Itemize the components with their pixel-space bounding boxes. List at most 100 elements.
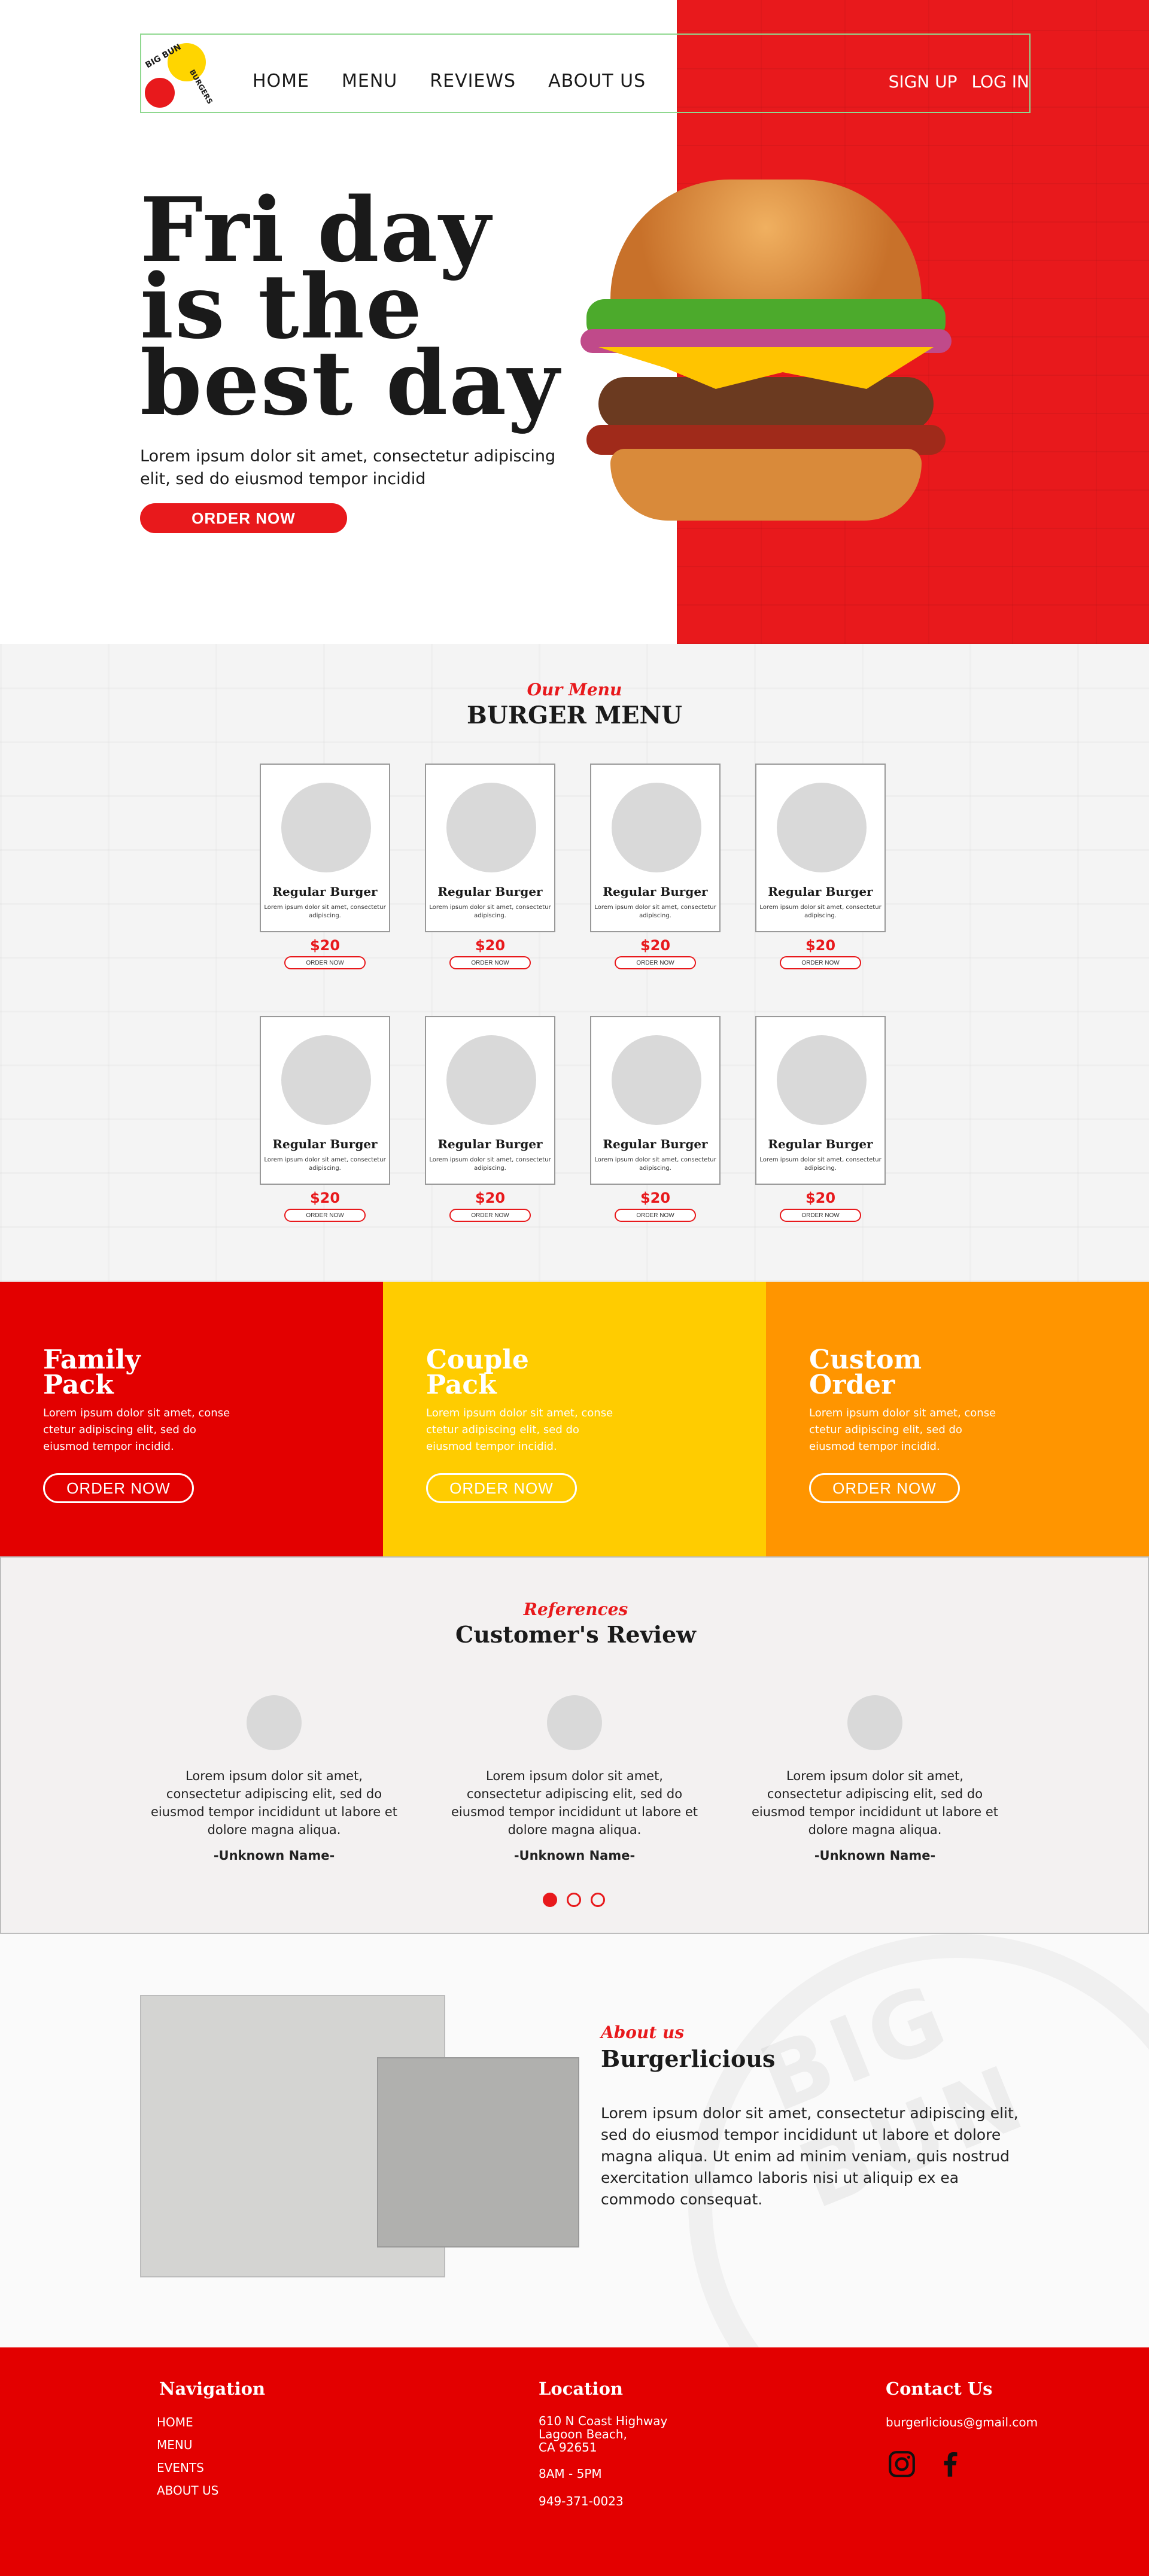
reviews-title: Customer's Review [455,1621,696,1648]
menu-item-description: Lorem ipsum dolor sit amet, consectetur … [264,904,386,919]
nav-link-menu[interactable]: MENU [342,71,397,92]
pack-title: Family Pack [43,1345,141,1400]
menu-card[interactable]: Regular Burger Lorem ipsum dolor sit amet… [590,764,721,932]
menu-card[interactable]: Regular Burger Lorem ipsum dolor sit amet… [425,764,555,932]
nav-link-about[interactable]: ABOUT US [548,71,646,92]
pack-description: Lorem ipsum dolor sit amet, conse ctetur… [809,1407,996,1453]
pack-title: Couple Pack [426,1345,529,1400]
menu-item-image [281,1035,371,1125]
carousel-dot-2[interactable] [567,1893,581,1907]
couple-pack-order-button[interactable]: ORDER NOW [426,1473,577,1503]
hero-title-line-3: best day [140,331,561,435]
menu-card[interactable]: Regular Burger Lorem ipsum dolor sit amet… [755,764,886,932]
phone-number[interactable]: 949-371-0023 [539,2495,667,2508]
carousel-dots [543,1893,605,1907]
menu-item-order-button[interactable]: ORDER NOW [615,1209,696,1222]
menu-item-name: Regular Burger [437,884,543,899]
menu-item-image [777,1035,867,1125]
menu-card[interactable]: Regular Burger Lorem ipsum dolor sit amet… [260,1016,390,1185]
reviewer-name: -Unknown Name- [814,1848,936,1863]
nav-link-home[interactable]: HOME [253,71,309,92]
top-navbar: BIG BUN BURGERS HOME MENU REVIEWS ABOUT … [140,34,1031,113]
packs-section: Family Pack Lorem ipsum dolor sit amet, c… [0,1282,1149,1556]
menu-item-order-button[interactable]: ORDER NOW [449,956,531,969]
menu-section: Our Menu BURGER MENU Regular Burger Lorem… [0,644,1149,1282]
address-line-3: CA 92651 [539,2440,597,2455]
menu-item-price: $20 [805,937,836,954]
review-card: Lorem ipsum dolor sit amet, consectetur … [449,1695,700,1863]
menu-item-name: Regular Burger [272,884,378,899]
footer-email[interactable]: burgerlicious@gmail.com [886,2411,1038,2434]
logo-red-dot [145,78,175,108]
carousel-dot-1[interactable] [543,1893,557,1907]
pack-title: Custom Order [809,1345,922,1400]
footer-location-title: Location [539,2379,624,2399]
menu-item-image [612,783,701,872]
menu-kicker: Our Menu [527,680,622,699]
family-pack-order-button[interactable]: ORDER NOW [43,1473,194,1503]
menu-item-price: $20 [475,1190,506,1206]
menu-item-name: Regular Burger [768,1137,873,1151]
hero-section: BIG BUN BURGERS HOME MENU REVIEWS ABOUT … [0,0,1149,644]
menu-card[interactable]: Regular Burger Lorem ipsum dolor sit amet… [590,1016,721,1185]
review-text: Lorem ipsum dolor sit amet, consectetur … [752,1769,998,1837]
hero-title: Fri day is the best day [140,185,571,427]
login-link[interactable]: LOG IN [972,72,1029,92]
about-text: Lorem ipsum dolor sit amet, consectetur … [601,2104,1019,2208]
reviews-kicker: References [523,1599,628,1619]
custom-order-button[interactable]: ORDER NOW [809,1473,960,1503]
menu-item-price: $20 [309,937,341,954]
address-line-2: Lagoon Beach, [539,2427,627,2441]
menu-item-order-button[interactable]: ORDER NOW [449,1209,531,1222]
address-line-1: 610 N Coast Highway [539,2414,668,2428]
opening-hours: 8AM - 5PM [539,2466,602,2481]
couple-pack-panel: Couple Pack Lorem ipsum dolor sit amet, c… [383,1282,766,1556]
footer-link-menu[interactable]: MENU [157,2434,218,2456]
footer-link-about[interactable]: ABOUT US [157,2479,218,2502]
hero-order-now-button[interactable]: ORDER NOW [140,503,347,533]
footer-link-events[interactable]: EVENTS [157,2456,218,2479]
menu-item-order-button[interactable]: ORDER NOW [284,1209,366,1222]
nav-link-reviews[interactable]: REVIEWS [430,71,516,92]
menu-item-price: $20 [805,1190,836,1206]
review-card: Lorem ipsum dolor sit amet, consectetur … [148,1695,400,1863]
menu-item-description: Lorem ipsum dolor sit amet, consectetur … [759,1157,881,1172]
signup-link[interactable]: SIGN UP [889,72,957,92]
footer-link-home[interactable]: HOME [157,2411,218,2434]
menu-item-order-button[interactable]: ORDER NOW [780,956,861,969]
site-footer: Navigation HOME MENU EVENTS ABOUT US Loc… [0,2347,1149,2576]
menu-item-image [281,783,371,872]
instagram-icon[interactable] [887,2449,917,2479]
menu-item-description: Lorem ipsum dolor sit amet, consectetur … [264,1157,386,1172]
menu-item-order-button[interactable]: ORDER NOW [284,956,366,969]
menu-card[interactable]: Regular Burger Lorem ipsum dolor sit amet… [425,1016,555,1185]
menu-item-name: Regular Burger [272,1137,378,1151]
review-text: Lorem ipsum dolor sit amet, consectetur … [451,1769,698,1837]
review-text: Lorem ipsum dolor sit amet, consectetur … [151,1769,397,1837]
menu-card[interactable]: Regular Burger Lorem ipsum dolor sit amet… [260,764,390,932]
menu-item-image [446,783,536,872]
hero-burger-image [574,180,957,551]
review-card: Lorem ipsum dolor sit amet, consectetur … [749,1695,1001,1863]
family-pack-panel: Family Pack Lorem ipsum dolor sit amet, c… [0,1282,383,1556]
auth-links: SIGN UP LOG IN [889,72,1029,92]
reviewer-avatar [547,1695,602,1750]
reviews-section: References Customer's Review Lorem ipsum… [0,1556,1149,1934]
menu-title: BURGER MENU [467,701,682,729]
menu-item-price: $20 [309,1190,341,1206]
menu-item-order-button[interactable]: ORDER NOW [615,956,696,969]
about-section: BIG BUN About us Burgerlicious Lorem ips… [0,1934,1149,2347]
menu-item-image [446,1035,536,1125]
menu-item-order-button[interactable]: ORDER NOW [780,1209,861,1222]
menu-item-image [777,783,867,872]
social-links [887,2449,965,2479]
facebook-icon[interactable] [935,2449,965,2479]
menu-item-image [612,1035,701,1125]
menu-item-price: $20 [640,1190,671,1206]
menu-item-description: Lorem ipsum dolor sit amet, consectetur … [759,904,881,919]
brand-logo[interactable]: BIG BUN BURGERS [144,41,214,108]
menu-card[interactable]: Regular Burger Lorem ipsum dolor sit amet… [755,1016,886,1185]
about-image-secondary [377,2057,579,2247]
menu-item-name: Regular Burger [603,884,708,899]
carousel-dot-3[interactable] [591,1893,605,1907]
